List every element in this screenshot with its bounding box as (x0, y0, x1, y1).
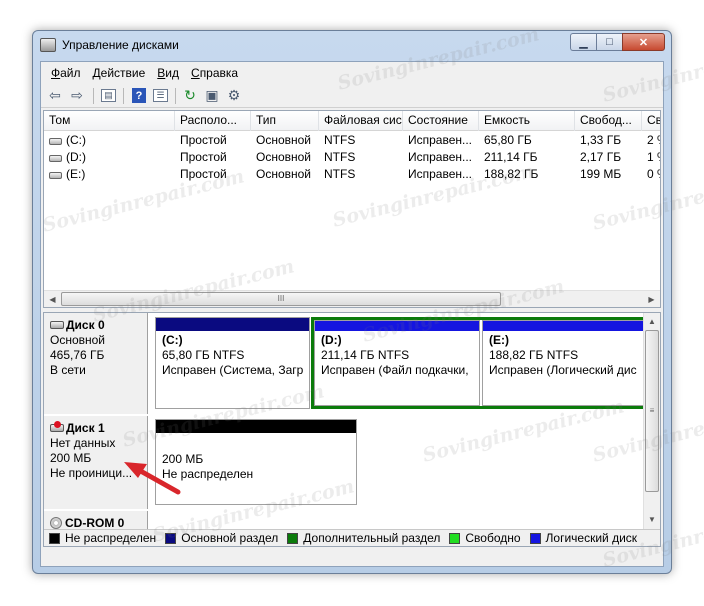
annotation-arrow (124, 462, 181, 495)
